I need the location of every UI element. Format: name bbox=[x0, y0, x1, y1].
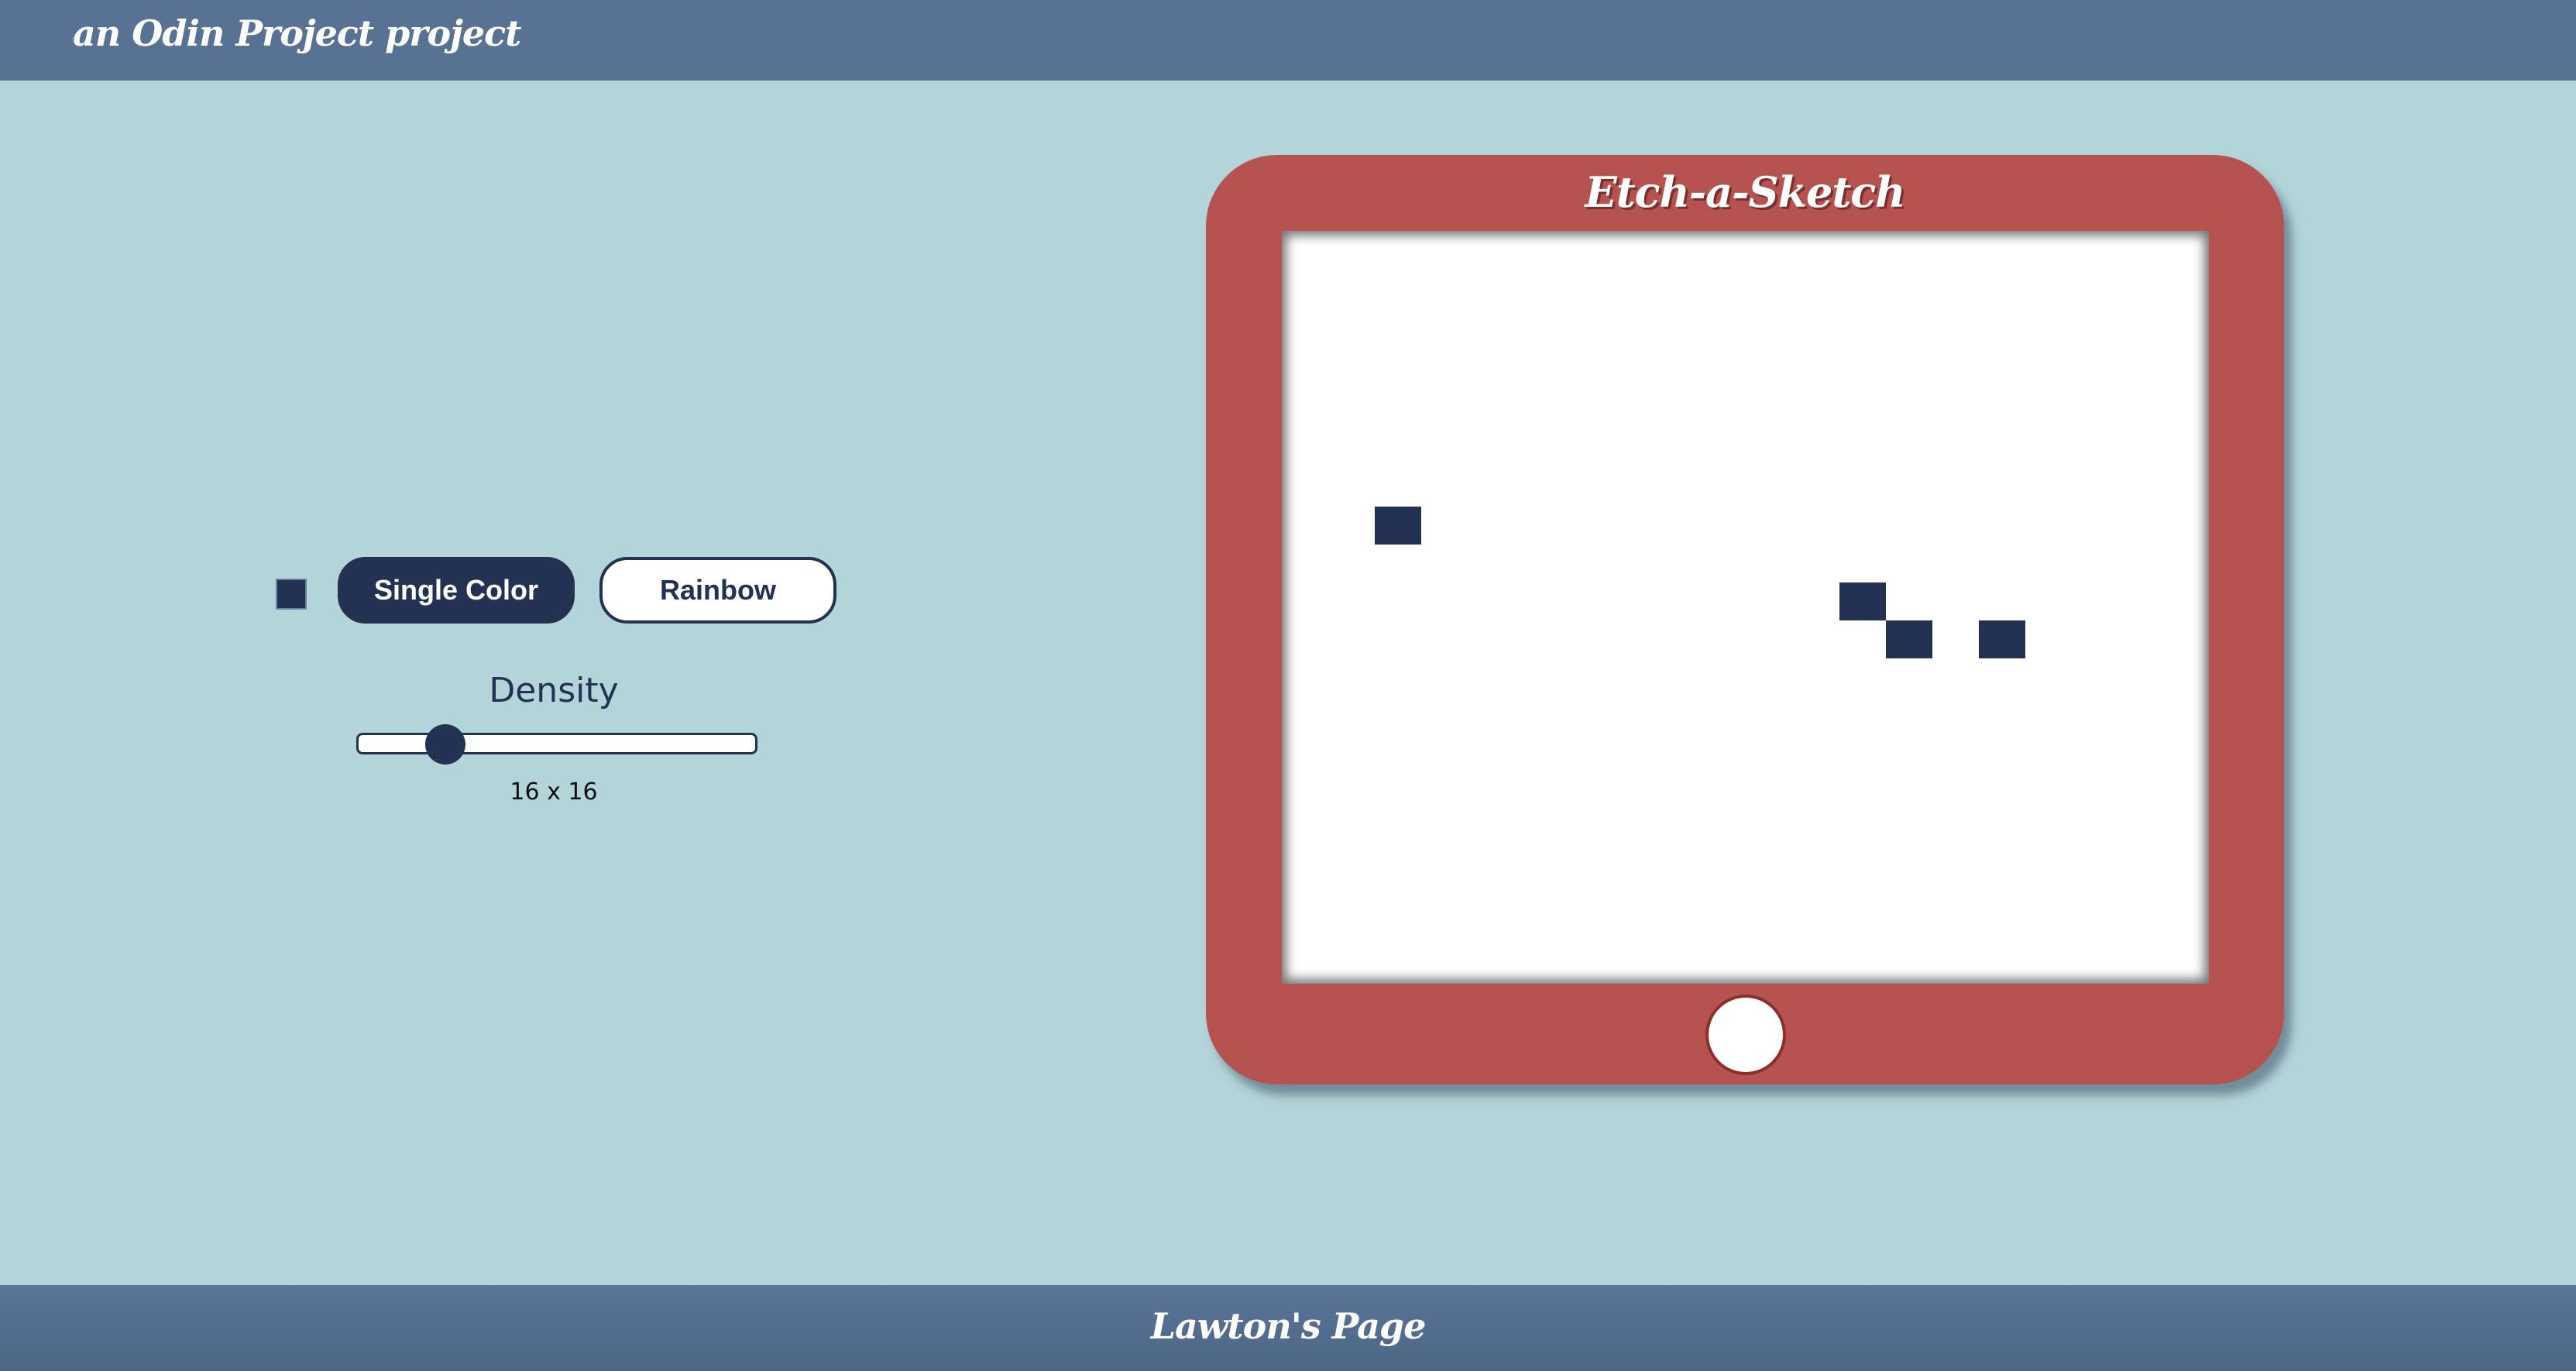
sketch-cell-filled[interactable] bbox=[1375, 507, 1421, 545]
footer-bar: Lawton's Page bbox=[0, 1285, 2576, 1371]
footer-link[interactable]: Lawton's Page bbox=[1151, 1305, 1427, 1347]
sketch-cell-filled[interactable] bbox=[1979, 620, 2025, 658]
sketch-grid[interactable] bbox=[1282, 231, 2209, 984]
density-slider-thumb[interactable] bbox=[425, 724, 465, 765]
sketch-cell-filled[interactable] bbox=[1886, 620, 1932, 658]
brand-title: an Odin Project project bbox=[73, 12, 521, 54]
density-slider[interactable] bbox=[356, 733, 757, 754]
etch-a-sketch-frame: Etch-a-Sketch bbox=[1206, 155, 2284, 1084]
density-label: Density bbox=[489, 671, 619, 710]
single-color-button[interactable]: Single Color bbox=[338, 557, 575, 624]
clear-knob-button[interactable] bbox=[1705, 995, 1786, 1075]
rainbow-button[interactable]: Rainbow bbox=[599, 557, 836, 624]
sketch-cell-filled[interactable] bbox=[1839, 582, 1886, 620]
etch-a-sketch-title: Etch-a-Sketch bbox=[1585, 167, 1906, 217]
top-bar: an Odin Project project bbox=[0, 0, 2576, 81]
color-picker-swatch[interactable] bbox=[276, 579, 307, 610]
density-value: 16 x 16 bbox=[510, 778, 598, 806]
